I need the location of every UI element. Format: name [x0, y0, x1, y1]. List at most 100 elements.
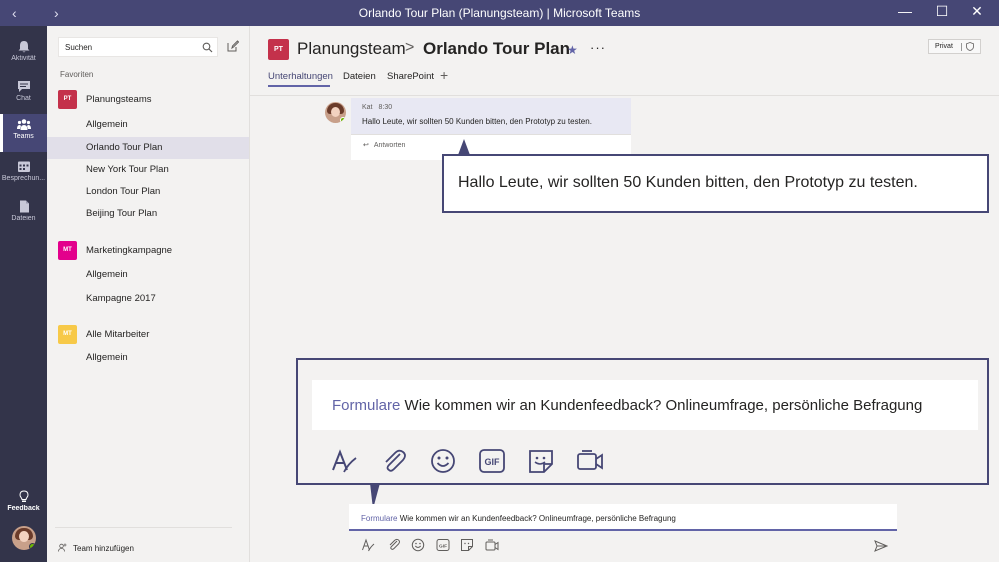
- rail-item-chat[interactable]: Chat: [0, 76, 47, 114]
- app-rail: Aktivität Chat Teams Besprechun... Datei…: [0, 26, 47, 562]
- add-team-button[interactable]: Team hinzufügen: [58, 543, 134, 553]
- gif-icon[interactable]: GIF: [436, 538, 450, 552]
- page-title: Orlando Tour Plan: [423, 39, 571, 58]
- author-avatar[interactable]: [325, 102, 346, 123]
- channel-item[interactable]: Allgemein: [47, 264, 249, 286]
- compose-zoom-callout: Formulare Wie kommen wir an Kundenfeedba…: [296, 358, 989, 485]
- tab-files[interactable]: Dateien: [343, 71, 376, 82]
- favorite-star-icon[interactable]: ★: [567, 43, 578, 57]
- favorites-label: Favoriten: [60, 70, 94, 79]
- channel-header: PT Planungsteam > Orlando Tour Plan ★ ··…: [250, 26, 999, 96]
- rail-item-feedback[interactable]: Feedback: [0, 486, 47, 524]
- bell-icon: [18, 41, 29, 53]
- rail-label: Teams: [13, 133, 34, 140]
- attach-icon[interactable]: [387, 538, 401, 552]
- window-title: Orlando Tour Plan (Planungsteam) | Micro…: [358, 6, 641, 20]
- breadcrumb-separator: >: [405, 39, 415, 56]
- message-time: 8:30: [378, 104, 393, 111]
- tab-conversations[interactable]: Unterhaltungen: [268, 71, 333, 82]
- reply-button[interactable]: ↩ Antworten: [351, 134, 631, 154]
- callout-message-text: Hallo Leute, wir sollten 50 Kunden bitte…: [458, 174, 918, 191]
- minimize-button[interactable]: —: [891, 3, 919, 19]
- privacy-badge[interactable]: Privat: [928, 39, 981, 54]
- presence-available-icon: [340, 117, 346, 123]
- callout-pointer: [458, 139, 470, 155]
- channel-item[interactable]: New York Tour Plan: [47, 159, 249, 181]
- teams-sidebar: Suchen Favoriten PT Planungsteams Allgem…: [47, 26, 250, 562]
- shield-icon: [966, 42, 974, 51]
- message-compose-box[interactable]: Formulare Wie kommen wir an Kundenfeedba…: [349, 504, 897, 531]
- more-options-button[interactable]: ···: [590, 40, 606, 55]
- teams-icon: [16, 119, 31, 130]
- add-team-label: Team hinzufügen: [73, 544, 134, 553]
- message-text: Hallo Leute, wir sollten 50 Kunden bitte…: [362, 117, 592, 126]
- sticker-icon[interactable]: [460, 538, 474, 552]
- message-author: Kat: [362, 104, 373, 111]
- channel-item[interactable]: London Tour Plan: [47, 181, 249, 203]
- format-icon: [332, 449, 357, 473]
- team-item[interactable]: MT Marketingkampagne: [47, 240, 249, 262]
- team-badge: MT: [58, 241, 77, 260]
- presence-available-icon: [29, 543, 36, 550]
- emoji-icon: [431, 449, 455, 473]
- active-tab-indicator: [268, 85, 330, 87]
- meet-now-icon: [577, 450, 603, 470]
- search-placeholder: Suchen: [65, 43, 93, 52]
- channel-item[interactable]: Kampagne 2017: [47, 288, 249, 310]
- team-name: Alle Mitarbeiter: [86, 329, 150, 340]
- rail-label: Aktivität: [11, 55, 36, 62]
- channel-item[interactable]: Allgemein: [47, 347, 249, 369]
- compose-format-label: Formulare: [361, 514, 398, 523]
- rail-item-files[interactable]: Dateien: [0, 196, 47, 234]
- format-icon[interactable]: [361, 538, 375, 552]
- send-icon[interactable]: [874, 540, 888, 552]
- channel-item-active[interactable]: Orlando Tour Plan: [47, 137, 249, 159]
- sticker-icon: [529, 450, 553, 473]
- channel-item[interactable]: Allgemein: [47, 114, 249, 136]
- lightbulb-icon: [18, 490, 29, 502]
- team-badge: PT: [268, 39, 289, 60]
- message-meta: Kat 8:30: [362, 104, 392, 111]
- maximize-button[interactable]: ☐: [928, 3, 956, 20]
- reply-label: Antworten: [373, 142, 406, 149]
- new-chat-icon[interactable]: [227, 40, 239, 52]
- close-button[interactable]: ✕: [963, 3, 991, 20]
- rail-label: Chat: [16, 95, 31, 102]
- message-body[interactable]: Kat 8:30 Hallo Leute, wir sollten 50 Kund…: [351, 98, 631, 134]
- file-icon: [19, 200, 29, 213]
- breadcrumb-team[interactable]: Planungsteam: [297, 39, 406, 59]
- svg-text:GIF: GIF: [485, 457, 501, 467]
- compose-text: Wie kommen wir an Kundenfeedback? Online…: [399, 514, 676, 523]
- rail-label: Besprechun...: [1, 175, 46, 182]
- privacy-label: Privat: [935, 43, 953, 50]
- rail-label: Dateien: [11, 215, 36, 222]
- team-item[interactable]: MT Alle Mitarbeiter: [47, 324, 249, 346]
- calendar-icon: [17, 161, 30, 172]
- team-name: Planungsteams: [86, 94, 152, 105]
- message-zoom-callout: Hallo Leute, wir sollten 50 Kunden bitte…: [442, 154, 989, 213]
- tab-sharepoint[interactable]: SharePoint: [387, 71, 434, 82]
- gif-icon: GIF: [479, 449, 505, 473]
- reply-arrow-icon: ↩: [363, 142, 369, 149]
- rail-item-teams[interactable]: Teams: [0, 114, 47, 152]
- team-badge: PT: [58, 90, 77, 109]
- sidebar-divider: [55, 527, 232, 528]
- title-bar: ‹ › Orlando Tour Plan (Planungsteam) | M…: [0, 0, 999, 26]
- rail-label: Feedback: [7, 505, 40, 512]
- chat-icon: [17, 81, 30, 92]
- add-tab-button[interactable]: +: [440, 67, 448, 83]
- rail-item-activity[interactable]: Aktivität: [0, 36, 47, 74]
- attach-icon: [385, 449, 406, 472]
- user-avatar[interactable]: [12, 526, 36, 550]
- team-badge: MT: [58, 325, 77, 344]
- rail-item-meetings[interactable]: Besprechun...: [0, 156, 47, 194]
- team-name: Marketingkampagne: [86, 245, 173, 256]
- add-people-icon: [58, 543, 67, 552]
- channel-item[interactable]: Beijing Tour Plan: [47, 203, 249, 225]
- search-input[interactable]: Suchen: [58, 37, 218, 57]
- callout-format-label: Formulare: [332, 397, 401, 414]
- meet-now-icon[interactable]: [485, 538, 499, 552]
- search-icon[interactable]: [202, 42, 213, 53]
- emoji-icon[interactable]: [411, 538, 425, 552]
- team-item[interactable]: PT Planungsteams: [47, 89, 249, 111]
